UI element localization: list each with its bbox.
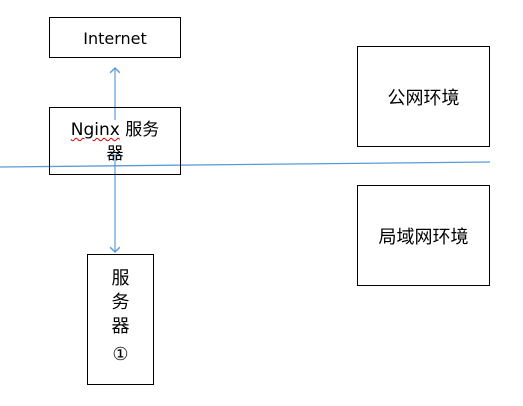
lan-box: 局域网环境 — [357, 185, 490, 286]
server-1-box: 服 务 器 ① — [87, 254, 154, 385]
nginx-server-label-line2: 器 — [106, 144, 124, 164]
server-char-4: ① — [112, 344, 129, 365]
internet-label: Internet — [83, 29, 147, 48]
server-char-1: 服 — [111, 268, 130, 289]
lan-label: 局域网环境 — [378, 227, 469, 248]
internet-box: Internet — [49, 17, 181, 58]
server-char-2: 务 — [111, 292, 130, 313]
server-1-label: 服 务 器 ① — [88, 267, 153, 367]
nginx-server-label: Nginx 服务 — [50, 118, 180, 142]
nginx-server-box: Nginx 服务 器 — [49, 107, 181, 175]
public-network-box: 公网环境 — [357, 46, 490, 147]
public-network-label: 公网环境 — [387, 88, 460, 109]
nginx-word: Nginx — [70, 120, 120, 140]
server-char-3: 器 — [111, 316, 130, 337]
nginx-suffix: 服务 — [119, 120, 160, 140]
